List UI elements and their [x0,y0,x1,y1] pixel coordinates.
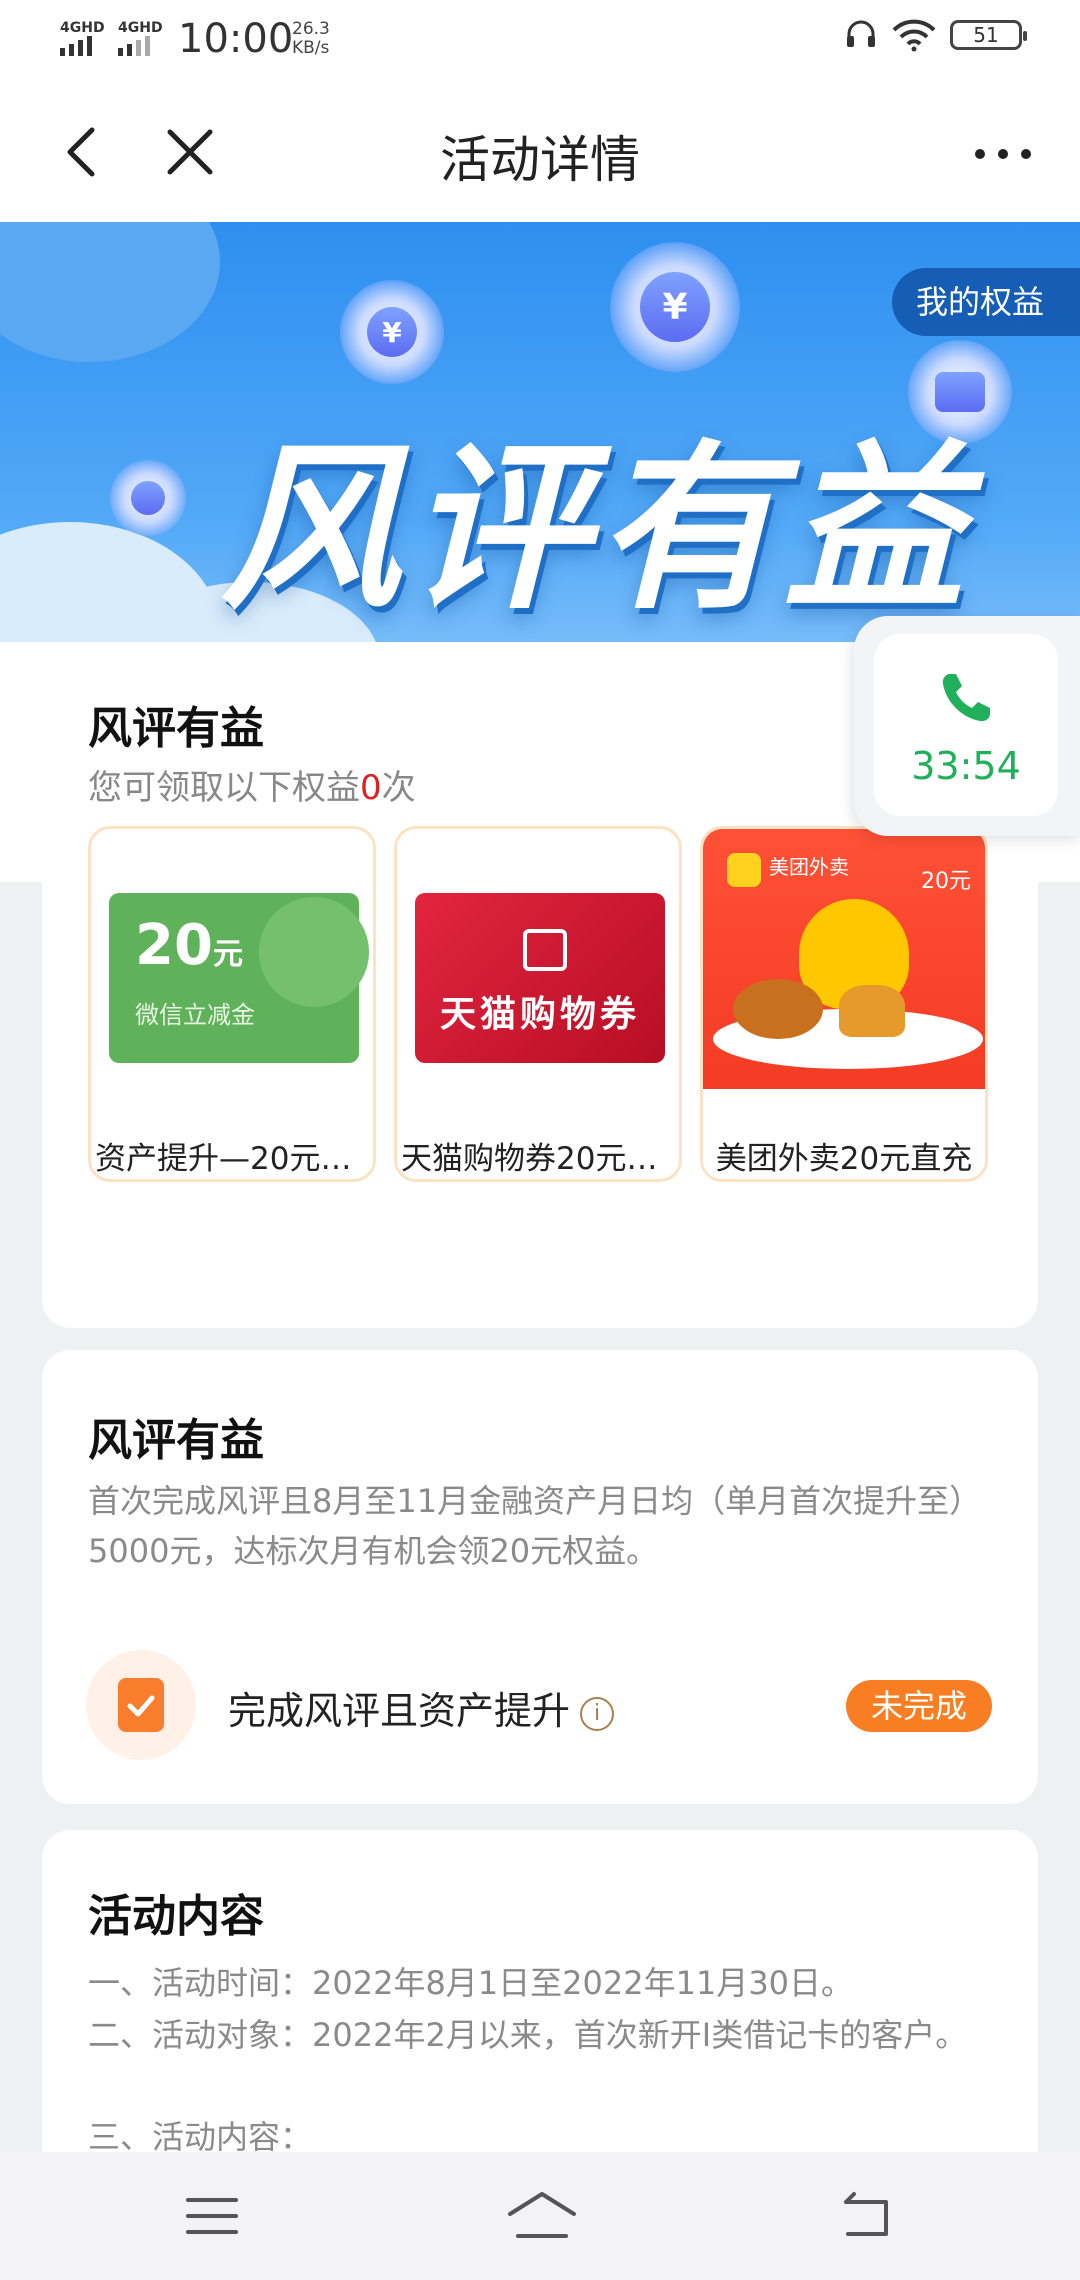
wechat-coupon-image: 20元 微信立减金 [109,893,369,1063]
task-card: 风评有益 首次完成风评且8月至11月金融资产月日均（单月首次提升至）5000元，… [42,1350,1038,1804]
headset-icon [847,20,875,47]
meituan-brand-text: 美团外卖 [769,855,849,879]
rewards-count-suffix: 次 [381,768,416,808]
signal-label-1: 4GHD [60,20,105,36]
menu-button[interactable] [180,2186,244,2246]
coupon-name: 美团外卖20元直充 [715,1141,973,1177]
tmall-coupon-text: 天猫购物券 [439,994,640,1035]
clipboard-shape [118,1678,164,1732]
task-label: 完成风评且资产提升 [228,1689,571,1733]
clipboard-check-icon [86,1650,196,1760]
wechat-coupon-amount: 20元 [135,913,243,978]
more-button[interactable] [968,134,1038,174]
phone-icon [942,674,990,722]
more-icon [975,149,1031,159]
coupon-name: 天猫购物券20元直充 [401,1141,679,1177]
back-nav-button[interactable] [834,2186,898,2246]
network-speed: 26.3 KB/s [292,20,330,58]
content-card-title: 活动内容 [88,1891,264,1942]
call-duration: 33:54 [911,744,1021,788]
coupon-name: 资产提升—20元微信立减金 [95,1141,373,1177]
signal-icon-1 [60,36,92,56]
signal-icon-2 [118,36,150,56]
task-description: 首次完成风评且8月至11月金融资产月日均（单月首次提升至）5000元，达标次月有… [88,1482,982,1570]
check-mark-icon [127,1695,155,1717]
coins-stack-icon [110,460,186,536]
task-item: 完成风评且资产提升 i [228,1680,615,1735]
my-rights-button[interactable]: 我的权益 [892,268,1080,336]
wechat-coupon-desc: 微信立减金 [135,1001,255,1029]
home-icon [508,2192,576,2238]
speed-unit: KB/s [292,38,330,58]
tmall-bag-icon [523,929,567,971]
clock: 10:00 [178,16,294,62]
rule-line-1: 一、活动时间：2022年8月1日至2022年11月30日。 [88,1964,854,2002]
coupon-wechat[interactable]: 20元 微信立减金 资产提升—20元微信立减金 [88,826,376,1182]
info-icon[interactable]: i [580,1696,615,1731]
rule-line-2: 二、活动对象：2022年2月以来，首次新开I类借记卡的客户。 [88,2016,968,2054]
return-icon [844,2192,888,2236]
meituan-coupon-image: 美团外卖 20元 [703,829,985,1089]
status-bar: 4GHD 4GHD 10:00 26.3 KB/s 51 [0,0,1080,84]
money-bag-icon: ¥ [610,242,740,372]
battery-icon: 51 [950,20,1027,50]
rewards-count-text: 您可领取以下权益0次 [88,760,416,809]
home-button[interactable] [502,2186,582,2246]
rewards-card-title: 风评有益 [88,703,264,754]
call-widget-inner: 33:54 [874,634,1058,816]
meituan-amount: 20元 [921,869,971,894]
wechat-coupon-amount-number: 20 [135,913,213,978]
status-badge: 未完成 [846,1680,992,1732]
burger-illustration [839,985,905,1037]
title-bar: 活动详情 [0,84,1080,222]
tmall-coupon-image: 天猫购物券 [415,893,665,1063]
page-title: 活动详情 [440,131,640,189]
speed-value: 26.3 [292,19,330,39]
coin-icon: ¥ [340,280,444,384]
cloud-decoration [0,222,220,362]
wechat-check-icon [259,897,369,1007]
coupon-meituan[interactable]: 美团外卖 20元 美团外卖20元直充 [700,826,988,1182]
meituan-brand: 美团外卖 [769,851,849,880]
status-icons: 51 [844,18,1027,52]
rewards-count: 0 [360,768,382,808]
coupon-tmall[interactable]: 天猫购物券 天猫购物券20元直充 [394,826,682,1182]
menu-icon [186,2198,238,2234]
task-card-title: 风评有益 [88,1415,264,1466]
wifi-icon [892,19,936,52]
meituan-logo-icon [727,853,761,887]
banner-title: 风评有益 [220,425,973,634]
chicken-illustration [733,979,823,1039]
signal-label-2: 4GHD [118,20,163,36]
wechat-coupon-amount-unit: 元 [212,937,243,972]
system-nav-bar [0,2152,1080,2280]
call-floating-widget[interactable]: 33:54 [854,616,1080,836]
rewards-count-prefix: 您可领取以下权益 [88,768,360,808]
